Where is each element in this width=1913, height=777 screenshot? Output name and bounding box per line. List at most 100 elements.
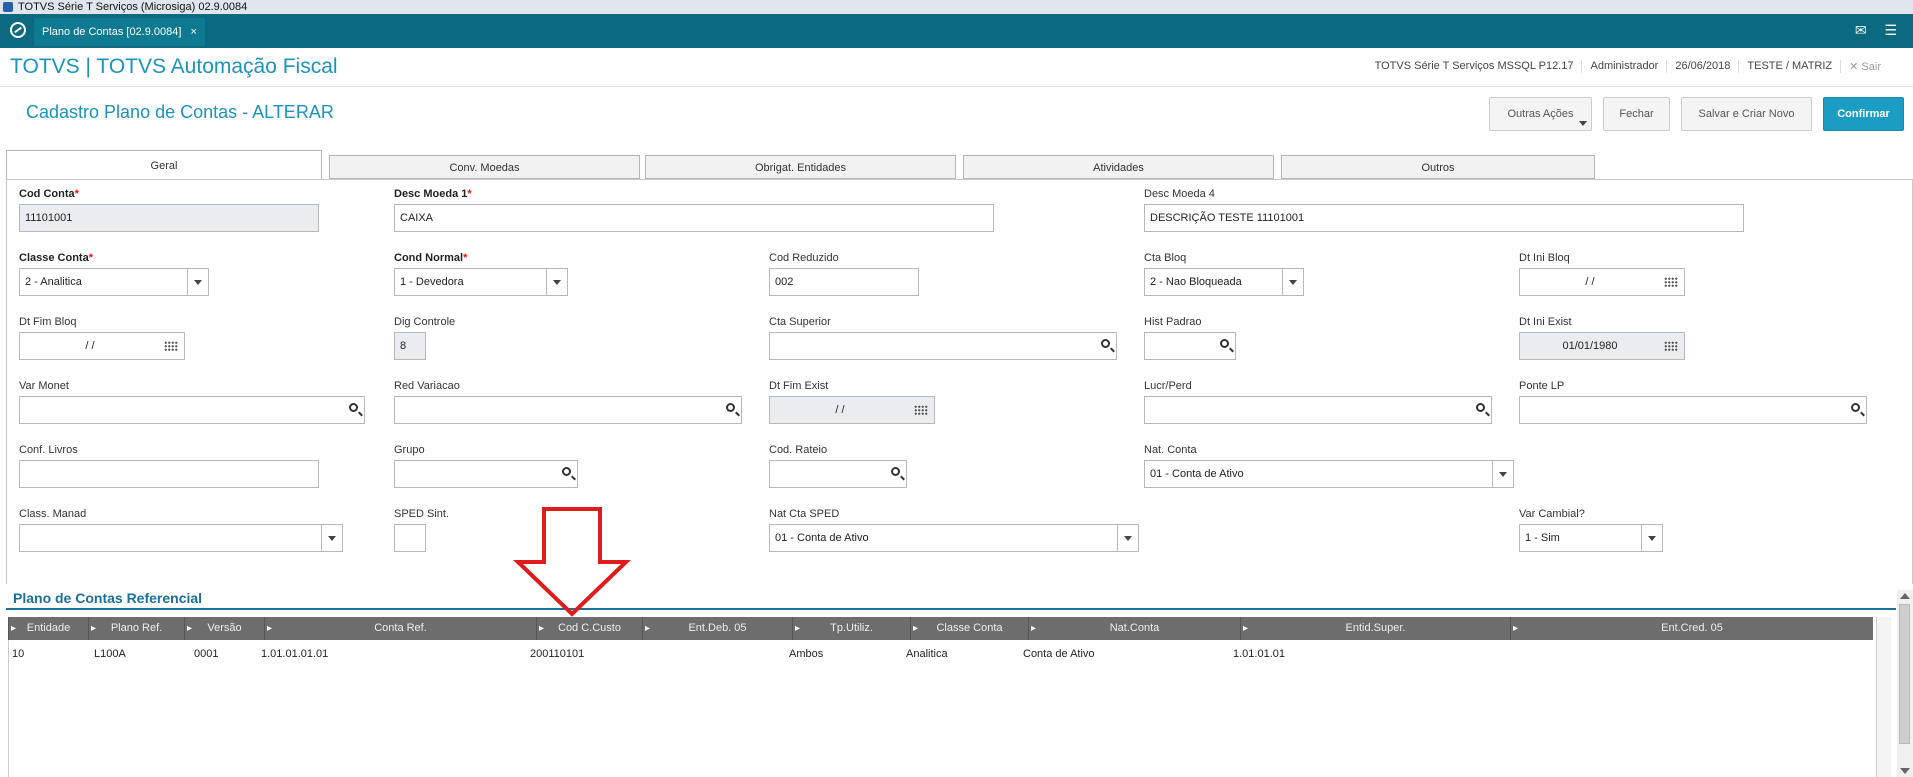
var-monet-field[interactable] [19, 396, 365, 424]
scroll-down-icon[interactable] [1900, 768, 1910, 774]
search-icon[interactable] [1101, 339, 1110, 348]
nat-cta-sped-select[interactable]: 01 - Conta de Ativo [769, 524, 1139, 552]
grid-header: Entidade Plano Ref. Versão Conta Ref. Co… [8, 617, 1873, 640]
toolbar-icons: ✉ ☰ [1841, 22, 1897, 39]
plano-referencial-title: Plano de Contas Referencial [13, 590, 203, 606]
col-entid-super[interactable]: Entid.Super. [1240, 617, 1510, 640]
tab-geral[interactable]: Geral [6, 150, 322, 180]
chevron-down-icon[interactable] [1117, 525, 1138, 551]
dt-ini-bloq-field[interactable]: / / [1519, 268, 1685, 296]
totvs-logo-icon[interactable] [10, 22, 26, 38]
col-versao[interactable]: Versão [184, 617, 264, 640]
grupo-field[interactable] [394, 460, 578, 488]
dt-fim-bloq-field[interactable]: / / [19, 332, 185, 360]
cta-bloq-select[interactable]: 2 - Nao Bloqueada [1144, 268, 1304, 296]
fechar-button[interactable]: Fechar [1603, 97, 1670, 131]
conf-livros-label: Conf. Livros [19, 444, 78, 456]
app-header: TOTVS | TOTVS Automação Fiscal TOTVS Sér… [0, 48, 1913, 87]
chevron-down-icon[interactable] [187, 269, 208, 295]
calendar-icon[interactable] [1664, 277, 1678, 288]
cell-nat-conta: Conta de Ativo [1023, 648, 1095, 660]
col-plano-ref[interactable]: Plano Ref. [88, 617, 184, 640]
calendar-icon[interactable] [1664, 341, 1678, 352]
chevron-down-icon[interactable] [1282, 269, 1303, 295]
search-icon[interactable] [562, 467, 571, 476]
classe-conta-value: 2 - Analitica [25, 276, 82, 288]
lucr-perd-field[interactable] [1144, 396, 1492, 424]
class-manad-select[interactable] [19, 524, 343, 552]
col-conta-ref[interactable]: Conta Ref. [264, 617, 536, 640]
search-icon[interactable] [1851, 403, 1860, 412]
outras-acoes-label: Outras Ações [1507, 108, 1574, 120]
tab-label: Plano de Contas [02.9.0084] [42, 26, 182, 38]
col-ent-deb-05[interactable]: Ent.Deb. 05 [642, 617, 792, 640]
dt-ini-exist-label: Dt Ini Exist [1519, 316, 1572, 328]
app-brand: TOTVS | TOTVS Automação Fiscal [10, 55, 338, 78]
classe-conta-select[interactable]: 2 - Analitica [19, 268, 209, 296]
search-icon[interactable] [1476, 403, 1485, 412]
menu-icon[interactable]: ☰ [1884, 22, 1897, 38]
confirmar-button[interactable]: Confirmar [1823, 97, 1904, 131]
cell-classe-conta: Analitica [906, 648, 948, 660]
tab-conv-moedas[interactable]: Conv. Moedas [329, 155, 640, 179]
cod-conta-field[interactable]: 11101001 [19, 204, 319, 232]
chevron-down-icon[interactable] [1641, 525, 1662, 551]
nat-conta-value: 01 - Conta de Ativo [1150, 468, 1244, 480]
search-icon[interactable] [1220, 339, 1229, 348]
cta-superior-field[interactable] [769, 332, 1117, 360]
cell-entid-super: 1.01.01.01 [1233, 648, 1285, 660]
desc-moeda1-field[interactable]: CAIXA [394, 204, 994, 232]
chevron-down-icon[interactable] [546, 269, 567, 295]
tab-atividades[interactable]: Atividades [963, 155, 1274, 179]
app-tab-bar: Plano de Contas [02.9.0084] × ✉ ☰ [0, 14, 1913, 48]
ponte-lp-field[interactable] [1519, 396, 1867, 424]
cond-normal-select[interactable]: 1 - Devedora [394, 268, 568, 296]
search-icon[interactable] [349, 403, 358, 412]
nat-conta-label: Nat. Conta [1144, 444, 1197, 456]
tab-plano-de-contas[interactable]: Plano de Contas [02.9.0084] × [34, 18, 205, 46]
conf-livros-field[interactable] [19, 460, 319, 488]
cod-rateio-field[interactable] [769, 460, 907, 488]
tab-close-icon[interactable]: × [191, 26, 197, 38]
chevron-down-icon[interactable] [321, 525, 342, 551]
tab-outros[interactable]: Outros [1281, 155, 1595, 179]
logout-button[interactable]: ✕ Sair [1840, 60, 1889, 73]
sped-sint-field[interactable] [394, 524, 426, 552]
nat-conta-select[interactable]: 01 - Conta de Ativo [1144, 460, 1514, 488]
page-scrollbar[interactable] [1897, 590, 1913, 777]
col-nat-conta[interactable]: Nat.Conta [1028, 617, 1240, 640]
dig-controle-field[interactable]: 8 [394, 332, 426, 360]
var-cambial-select[interactable]: 1 - Sim [1519, 524, 1663, 552]
outras-acoes-button[interactable]: Outras Ações [1489, 97, 1592, 131]
cell-plano-ref: L100A [94, 648, 126, 660]
cod-reduzido-field[interactable]: 002 [769, 268, 919, 296]
col-ent-cred-05[interactable]: Ent.Cred. 05 [1510, 617, 1873, 640]
desc-moeda4-field[interactable]: DESCRIÇÃO TESTE 11101001 [1144, 204, 1744, 232]
mail-icon[interactable]: ✉ [1855, 22, 1867, 38]
calendar-icon[interactable] [164, 341, 178, 352]
hist-padrao-field[interactable] [1144, 332, 1236, 360]
app-window-icon [3, 2, 13, 12]
cell-tp-utiliz: Ambos [789, 648, 824, 660]
salvar-criar-novo-button[interactable]: Salvar e Criar Novo [1681, 97, 1812, 131]
dt-ini-exist-field[interactable]: 01/01/1980 [1519, 332, 1685, 360]
calendar-icon[interactable] [914, 405, 928, 416]
cell-versao: 0001 [194, 648, 219, 660]
os-title-bar: TOTVS Série T Serviços (Microsiga) 02.9.… [0, 0, 1913, 15]
col-entidade[interactable]: Entidade [8, 617, 88, 640]
dt-fim-exist-field[interactable]: / / [769, 396, 935, 424]
grid-scrollbar[interactable] [1876, 617, 1891, 777]
red-variacao-field[interactable] [394, 396, 742, 424]
col-tp-utiliz[interactable]: Tp.Utiliz. [792, 617, 910, 640]
col-cod-c-custo[interactable]: Cod C.Custo [536, 617, 642, 640]
environment-label: TOTVS Série T Serviços MSSQL P12.17 [1374, 60, 1574, 72]
scroll-thumb[interactable] [1899, 604, 1910, 744]
col-classe-conta[interactable]: Classe Conta [910, 617, 1028, 640]
chevron-down-icon[interactable] [1492, 461, 1513, 487]
down-arrow-annotation [513, 507, 631, 617]
tab-obrigat-entidades[interactable]: Obrigat. Entidades [645, 155, 956, 179]
scroll-up-icon[interactable] [1900, 593, 1910, 599]
search-icon[interactable] [891, 467, 900, 476]
search-icon[interactable] [726, 403, 735, 412]
dig-controle-label: Dig Controle [394, 316, 456, 328]
